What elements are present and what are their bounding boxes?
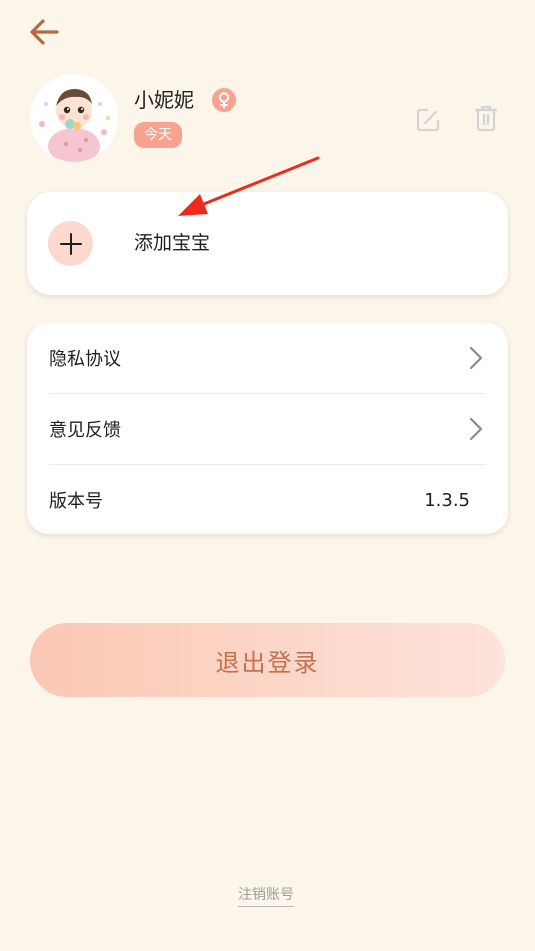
baby-avatar-illustration	[30, 74, 118, 162]
delete-button[interactable]	[470, 102, 502, 134]
privacy-label: 隐私协议	[49, 349, 121, 370]
chevron-right-icon	[466, 417, 486, 441]
add-icon-circle	[48, 221, 93, 266]
version-label: 版本号	[49, 491, 103, 512]
version-value: 1.3.5	[424, 489, 470, 511]
trash-icon	[474, 105, 498, 132]
back-button[interactable]	[24, 12, 64, 52]
menu-item-privacy[interactable]: 隐私协议	[49, 323, 486, 393]
back-arrow-icon	[30, 19, 59, 45]
add-baby-label: 添加宝宝	[134, 232, 211, 254]
menu-item-feedback[interactable]: 意见反馈	[49, 394, 486, 464]
add-baby-card[interactable]: 添加宝宝	[27, 192, 508, 295]
female-icon	[212, 88, 236, 112]
edit-button[interactable]	[412, 104, 444, 136]
chevron-right-icon	[466, 346, 486, 370]
baby-name: 小妮妮	[134, 88, 194, 112]
settings-menu: 隐私协议 意见反馈 版本号 1.3.5	[27, 323, 508, 534]
menu-item-version: 版本号 1.3.5	[49, 465, 486, 535]
plus-icon	[59, 232, 82, 255]
feedback-label: 意见反馈	[49, 420, 121, 441]
logout-button[interactable]: 退出登录	[30, 623, 505, 697]
cancel-account-link[interactable]: 注销账号	[238, 884, 294, 907]
age-badge: 今天	[134, 122, 182, 148]
baby-profile: 小妮妮 今天	[30, 74, 510, 164]
avatar[interactable]	[30, 74, 118, 162]
edit-icon	[416, 108, 440, 132]
